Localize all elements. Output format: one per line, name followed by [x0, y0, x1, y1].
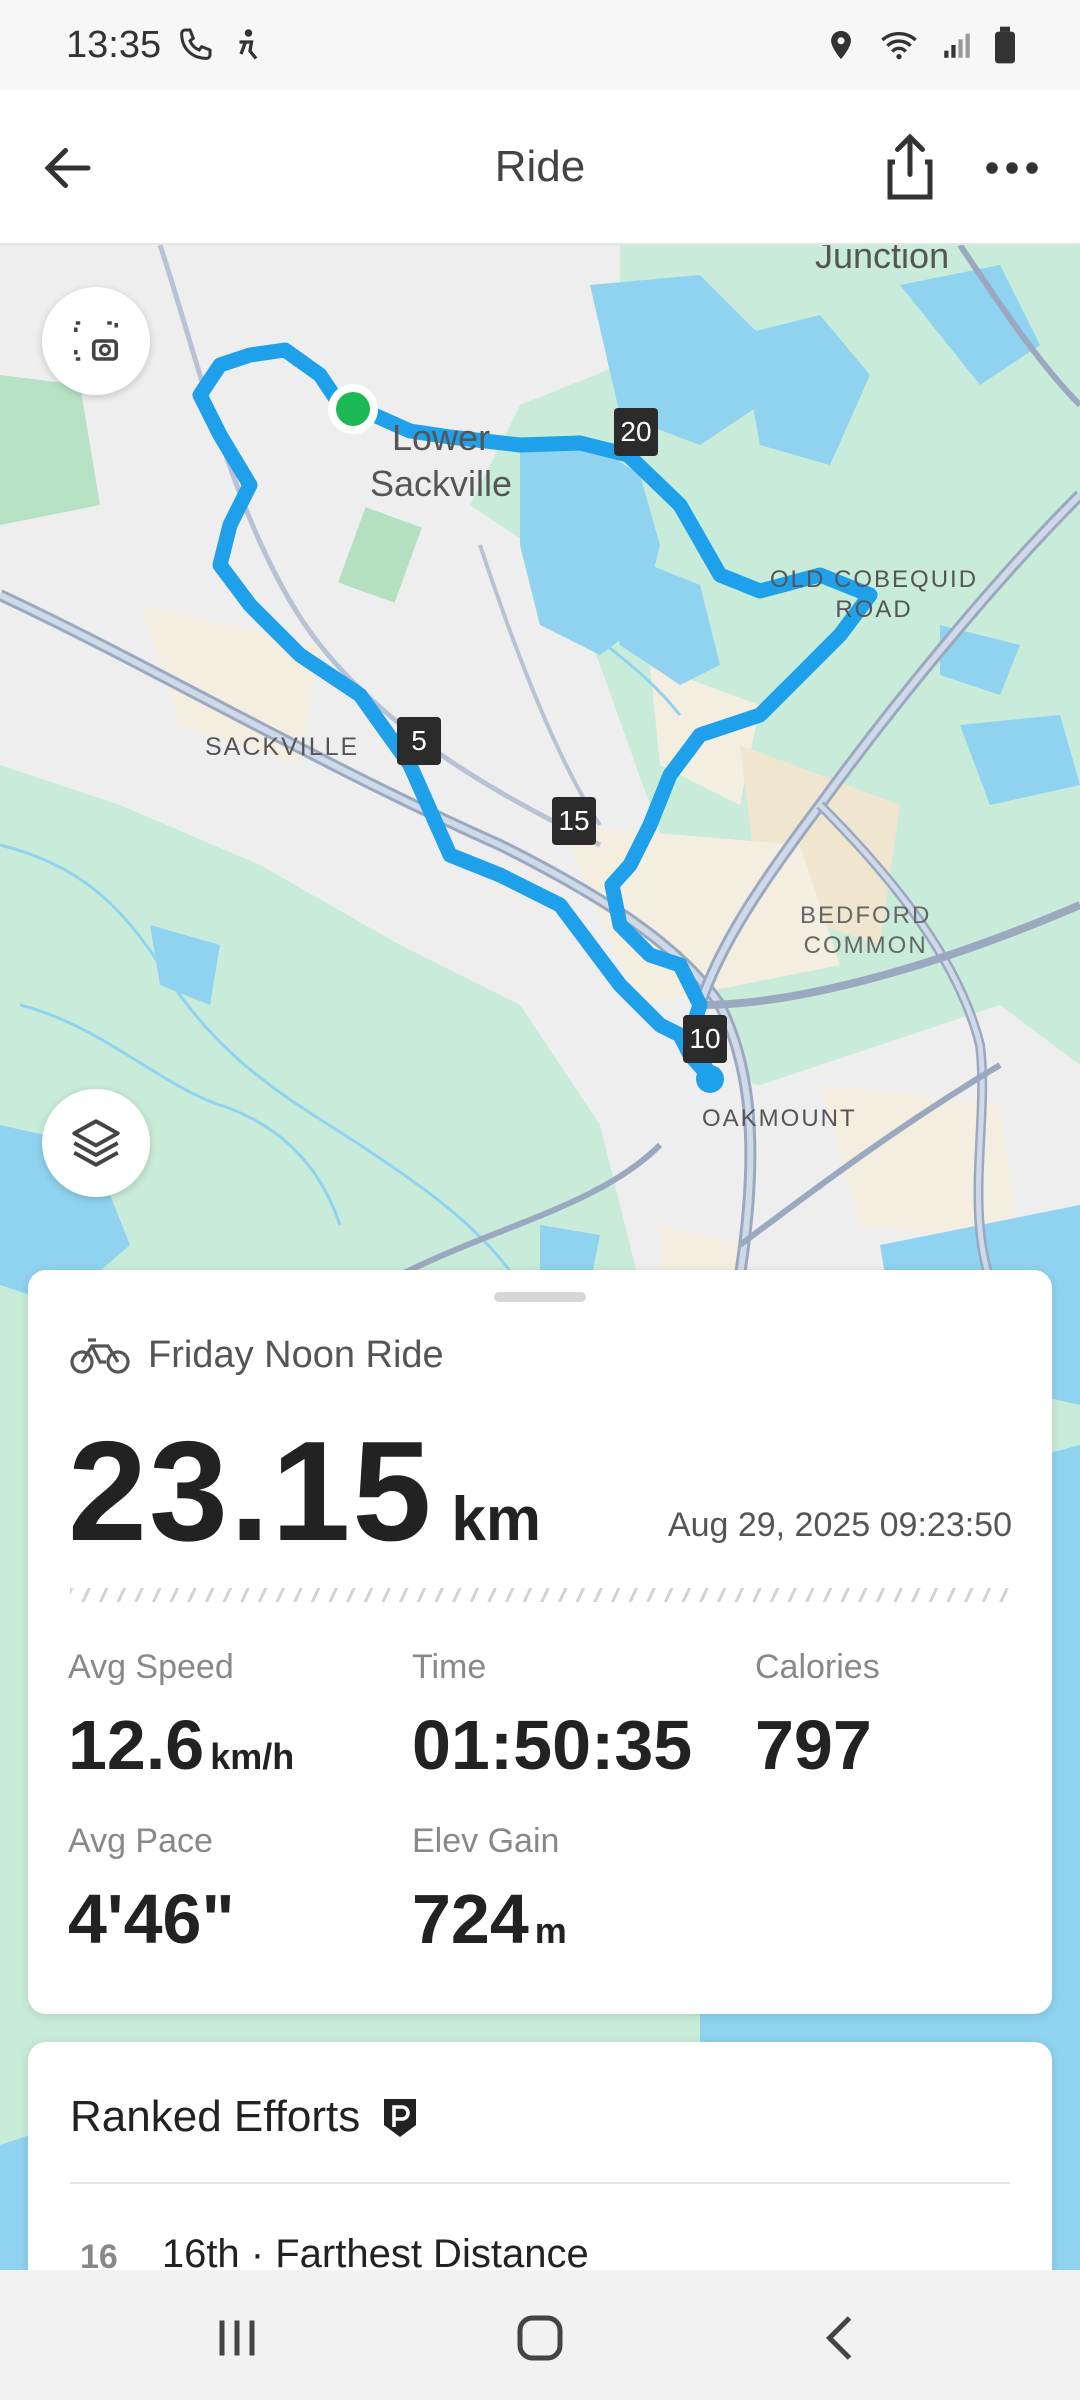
distance-value: 23.15: [68, 1412, 434, 1571]
map-label-lower-sackville: Lower Sackville: [370, 417, 513, 504]
stat-avg-pace: Avg Pace 4'46": [68, 1822, 235, 1959]
km-marker-10[interactable]: 10: [683, 1015, 727, 1063]
km-marker-5-label: 5: [411, 725, 427, 756]
stat-value: 724: [412, 1880, 529, 1958]
share-icon[interactable]: [880, 132, 940, 202]
accessibility-icon: [239, 29, 258, 60]
status-time: 13:35: [66, 23, 162, 66]
map-screenshot-icon: [73, 321, 119, 361]
ride-summary-card[interactable]: Friday Noon Ride 23.15 km Aug 29, 2025 0…: [28, 1270, 1052, 2014]
layers-icon: [72, 1119, 120, 1167]
home-icon[interactable]: [510, 2308, 570, 2368]
distance-unit: km: [451, 1485, 541, 1554]
divider: [70, 1588, 1010, 1602]
back-icon[interactable]: [812, 2308, 872, 2368]
stat-label: Calories: [755, 1648, 880, 1686]
location-icon: [831, 30, 851, 60]
km-marker-20-label: 20: [620, 416, 652, 447]
stat-avg-speed: Avg Speed 12.6 km/h: [68, 1648, 294, 1785]
wifi-icon: [881, 32, 917, 60]
map-layers-button[interactable]: [42, 1089, 150, 1197]
km-marker-10-label: 10: [689, 1023, 721, 1054]
ranking-badge-icon: [384, 2099, 417, 2137]
system-nav-bar: [0, 2270, 1080, 2400]
ranked-efforts-header: Ranked Efforts: [70, 2092, 420, 2142]
stat-time: Time 01:50:35: [412, 1648, 692, 1785]
ranked-efforts-card[interactable]: Ranked Efforts 16 16th · Farthest Distan…: [28, 2042, 1052, 2302]
map-label-bedford-common: BEDFORD COMMON: [800, 902, 932, 959]
map-label-junction: Junction: [815, 245, 950, 276]
map-label-sackville: SACKVILLE: [205, 733, 360, 761]
stat-label: Time: [412, 1648, 487, 1686]
status-bar: 13:35: [0, 0, 1080, 90]
stat-value: 4'46": [68, 1880, 235, 1958]
ride-name: Friday Noon Ride: [148, 1334, 444, 1376]
stat-value: 797: [755, 1706, 872, 1784]
stat-label: Avg Pace: [68, 1822, 213, 1860]
ride-date: Aug 29, 2025 09:23:50: [667, 1506, 1012, 1544]
signal-icon: [944, 33, 970, 58]
km-marker-15-label: 15: [558, 805, 590, 836]
phone-icon: [180, 28, 212, 60]
stat-elev-gain: Elev Gain 724 m: [412, 1822, 567, 1959]
battery-icon: [995, 26, 1015, 64]
km-marker-5[interactable]: 5: [397, 717, 441, 765]
stat-label: Avg Speed: [68, 1648, 234, 1686]
divider: [70, 2182, 1010, 2184]
stat-label: Elev Gain: [412, 1822, 560, 1860]
km-marker-20[interactable]: 20: [614, 408, 658, 456]
stat-value: 12.6: [68, 1706, 205, 1784]
km-marker-15[interactable]: 15: [552, 797, 596, 845]
sheet-drag-handle[interactable]: [494, 1292, 586, 1302]
more-horizontal-icon[interactable]: [982, 138, 1042, 198]
stat-unit: km/h: [210, 1736, 295, 1777]
recent-apps-icon[interactable]: [207, 2308, 267, 2368]
stat-unit: m: [534, 1910, 567, 1951]
stat-calories: Calories 797: [755, 1648, 880, 1785]
map-label-old-cobequid-road: OLD COBEQUID ROAD: [770, 566, 979, 623]
ranked-efforts-title: Ranked Efforts: [70, 2092, 361, 2141]
app-bar: Ride: [0, 90, 1080, 245]
distance-display: 23.15 km: [68, 1410, 541, 1574]
stat-value: 01:50:35: [412, 1706, 693, 1784]
map-screenshot-button[interactable]: [42, 287, 150, 395]
map-label-oakmount: OAKMOUNT: [702, 1105, 857, 1132]
bicycle-icon: [70, 1337, 130, 1374]
ride-title-row: Friday Noon Ride: [70, 1334, 444, 1377]
